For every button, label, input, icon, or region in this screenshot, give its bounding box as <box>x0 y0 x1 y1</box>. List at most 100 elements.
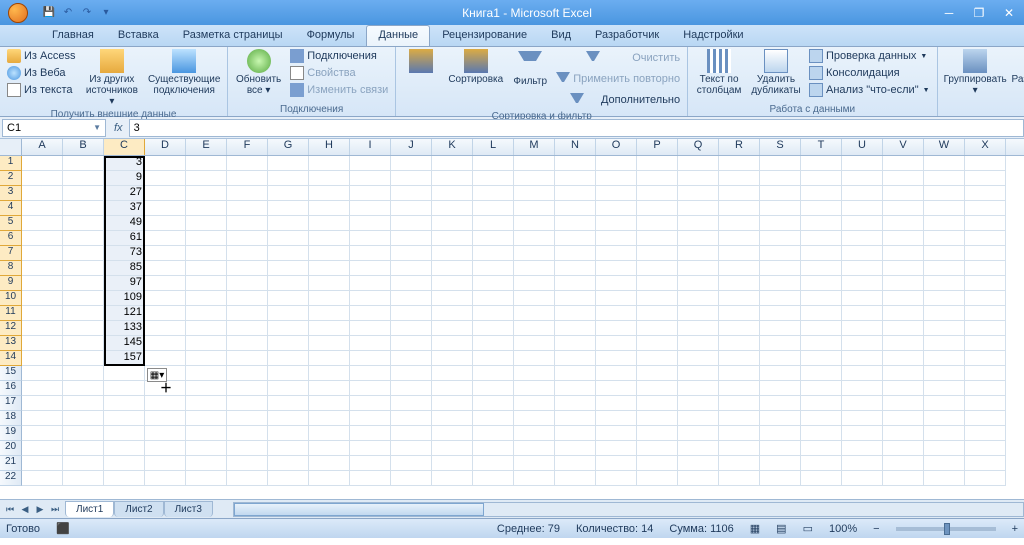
cell[interactable] <box>924 411 965 426</box>
cell[interactable] <box>432 351 473 366</box>
cell[interactable] <box>432 246 473 261</box>
cell[interactable] <box>145 321 186 336</box>
cell[interactable] <box>801 456 842 471</box>
cell[interactable] <box>678 441 719 456</box>
cell[interactable] <box>391 441 432 456</box>
col-header-E[interactable]: E <box>186 139 227 155</box>
cell[interactable] <box>227 291 268 306</box>
cell[interactable] <box>350 276 391 291</box>
worksheet-grid[interactable]: ABCDEFGHIJKLMNOPQRSTUVWX 132932743754966… <box>0 139 1024 499</box>
cell[interactable] <box>432 426 473 441</box>
cell[interactable] <box>391 231 432 246</box>
cell[interactable] <box>227 456 268 471</box>
cell[interactable] <box>514 171 555 186</box>
cell[interactable] <box>432 456 473 471</box>
cell[interactable] <box>473 351 514 366</box>
cell[interactable] <box>268 231 309 246</box>
cell[interactable] <box>309 201 350 216</box>
cell[interactable] <box>801 336 842 351</box>
cell[interactable] <box>432 156 473 171</box>
cell[interactable] <box>473 261 514 276</box>
cell[interactable] <box>145 156 186 171</box>
cell[interactable] <box>227 261 268 276</box>
col-header-Q[interactable]: Q <box>678 139 719 155</box>
cell[interactable] <box>965 396 1006 411</box>
cell[interactable] <box>432 306 473 321</box>
cell[interactable] <box>22 456 63 471</box>
cell[interactable] <box>473 276 514 291</box>
cell[interactable] <box>227 366 268 381</box>
ribbon-btn-фильтр[interactable]: Фильтр <box>509 48 551 88</box>
cell[interactable] <box>391 201 432 216</box>
cell[interactable] <box>145 171 186 186</box>
cell[interactable] <box>596 426 637 441</box>
cell[interactable] <box>350 396 391 411</box>
col-header-M[interactable]: M <box>514 139 555 155</box>
cell[interactable] <box>473 411 514 426</box>
cell[interactable] <box>473 366 514 381</box>
cell[interactable] <box>842 261 883 276</box>
cell[interactable] <box>760 261 801 276</box>
cell[interactable] <box>924 171 965 186</box>
cell[interactable] <box>268 471 309 486</box>
cell[interactable] <box>965 366 1006 381</box>
tab-разработчик[interactable]: Разработчик <box>583 25 671 46</box>
cell[interactable] <box>473 246 514 261</box>
cell[interactable] <box>186 441 227 456</box>
cell[interactable]: 73 <box>104 246 145 261</box>
cell[interactable] <box>350 456 391 471</box>
cell[interactable] <box>514 471 555 486</box>
cell[interactable] <box>678 291 719 306</box>
cell[interactable] <box>22 201 63 216</box>
cell[interactable] <box>432 471 473 486</box>
cell[interactable] <box>268 321 309 336</box>
cell[interactable] <box>842 396 883 411</box>
cell[interactable] <box>309 171 350 186</box>
tab-данные[interactable]: Данные <box>366 25 430 46</box>
zoom-slider[interactable] <box>896 527 996 531</box>
cell[interactable] <box>965 456 1006 471</box>
cell[interactable] <box>22 366 63 381</box>
col-header-A[interactable]: A <box>22 139 63 155</box>
ribbon-btn-консолидация[interactable]: Консолидация <box>806 65 933 81</box>
tab-формулы[interactable]: Формулы <box>295 25 367 46</box>
cell[interactable] <box>637 426 678 441</box>
cell[interactable] <box>104 411 145 426</box>
cell[interactable] <box>432 171 473 186</box>
cell[interactable] <box>309 381 350 396</box>
row-header[interactable]: 11 <box>0 306 22 321</box>
row-header[interactable]: 3 <box>0 186 22 201</box>
cell[interactable] <box>391 306 432 321</box>
cell[interactable] <box>719 246 760 261</box>
cell[interactable] <box>883 246 924 261</box>
cell[interactable] <box>145 261 186 276</box>
cell[interactable] <box>473 156 514 171</box>
cell[interactable] <box>678 216 719 231</box>
col-header-W[interactable]: W <box>924 139 965 155</box>
cell[interactable] <box>432 261 473 276</box>
cell[interactable] <box>514 426 555 441</box>
cell[interactable] <box>309 441 350 456</box>
cell[interactable] <box>145 186 186 201</box>
row-header[interactable]: 14 <box>0 351 22 366</box>
cell[interactable] <box>883 171 924 186</box>
cell[interactable] <box>391 246 432 261</box>
cell[interactable] <box>760 381 801 396</box>
cell[interactable] <box>924 426 965 441</box>
cell[interactable] <box>22 321 63 336</box>
cell[interactable] <box>63 246 104 261</box>
cell[interactable] <box>514 306 555 321</box>
cell[interactable] <box>227 156 268 171</box>
cell[interactable] <box>637 186 678 201</box>
cell[interactable] <box>678 426 719 441</box>
cell[interactable] <box>678 156 719 171</box>
ribbon-btn-дополнительно[interactable]: Дополнительно <box>553 90 683 110</box>
col-header-V[interactable]: V <box>883 139 924 155</box>
cell[interactable] <box>924 186 965 201</box>
cell[interactable] <box>842 336 883 351</box>
cell[interactable] <box>473 426 514 441</box>
cell[interactable] <box>719 441 760 456</box>
cell[interactable] <box>268 306 309 321</box>
cell[interactable] <box>801 396 842 411</box>
tab-рецензирование[interactable]: Рецензирование <box>430 25 539 46</box>
